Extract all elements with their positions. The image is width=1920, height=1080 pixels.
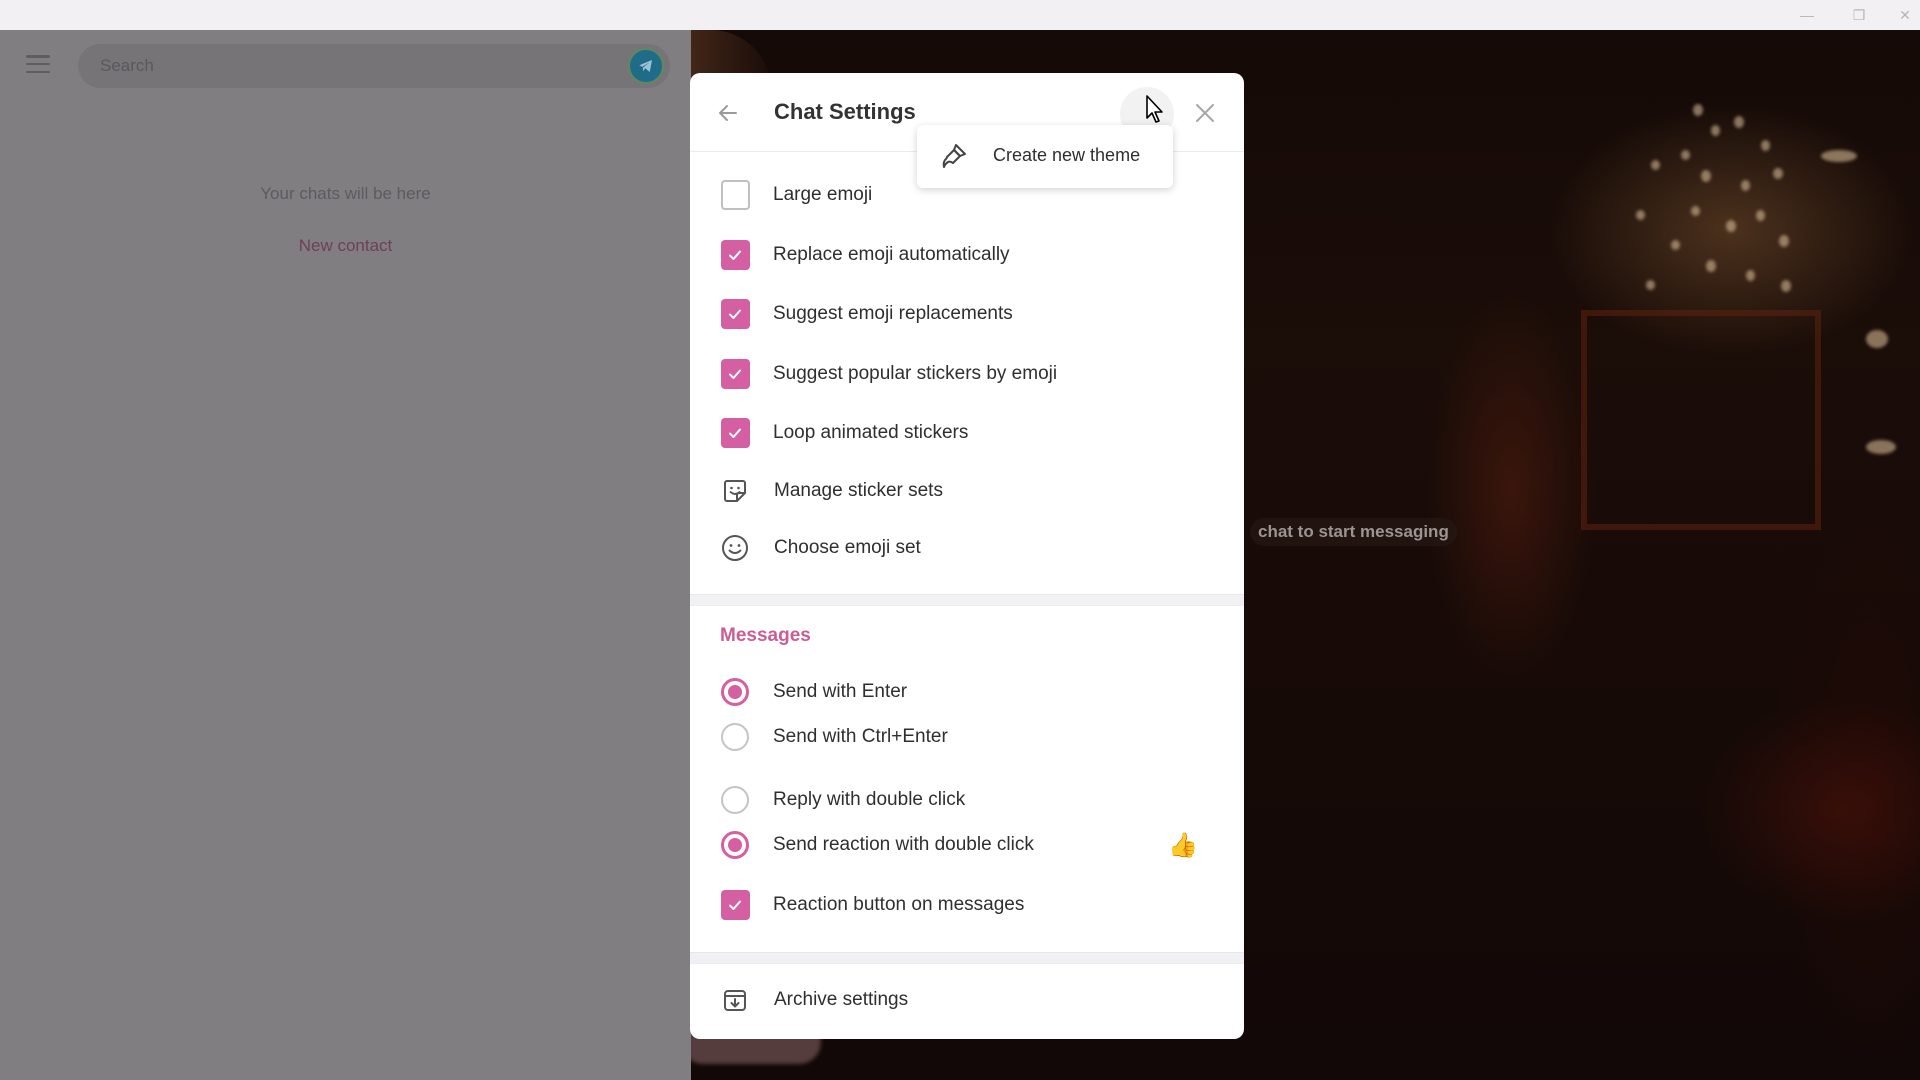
- checkbox-label: Replace emoji automatically: [773, 244, 1010, 265]
- checkbox-reaction-button[interactable]: Reaction button on messages: [690, 882, 1244, 928]
- radio-reply-double-click[interactable]: Reply with double click: [690, 777, 1244, 823]
- section-divider: [690, 594, 1244, 606]
- radio-label: Send with Enter: [773, 681, 908, 702]
- background-window-frame: [1581, 310, 1821, 530]
- messages-section-title: Messages: [720, 625, 811, 646]
- maximize-button[interactable]: ❐: [1836, 0, 1882, 30]
- window-close-button[interactable]: ✕: [1882, 0, 1920, 30]
- radio-send-with-enter[interactable]: Send with Enter: [690, 669, 1244, 715]
- checkbox-checked[interactable]: [720, 359, 750, 389]
- checkmark-icon: [729, 428, 741, 438]
- search-box[interactable]: [78, 44, 670, 88]
- sticker-icon: [724, 480, 746, 502]
- empty-chats-text: Your chats will be here: [260, 184, 431, 203]
- checkbox-label: Large emoji: [773, 184, 873, 205]
- choose-emoji-set-button[interactable]: Choose emoji set: [690, 525, 1244, 571]
- hamburger-menu-icon[interactable]: [22, 52, 54, 76]
- checkbox-suggest-stickers[interactable]: Suggest popular stickers by emoji: [690, 351, 1244, 397]
- back-button[interactable]: [710, 95, 746, 131]
- archive-icon: [724, 990, 746, 1011]
- window-titlebar: — ❐ ✕: [0, 0, 1920, 30]
- create-new-theme-label: Create new theme: [993, 145, 1141, 165]
- checkbox-label: Reaction button on messages: [773, 894, 1025, 915]
- chat-settings-dialog: Chat Settings Large emoji Replace emoji …: [690, 73, 1244, 1039]
- smile-icon: [722, 535, 748, 561]
- popup-menu-create-theme[interactable]: Create new theme: [917, 125, 1173, 188]
- section-divider: [690, 952, 1244, 964]
- manage-sticker-sets-button[interactable]: Manage sticker sets: [690, 468, 1244, 514]
- select-chat-hint: chat to start messaging: [1250, 518, 1457, 546]
- checkbox-checked[interactable]: [720, 240, 750, 270]
- checkmark-icon: [729, 250, 741, 260]
- mouse-cursor-icon: [1146, 95, 1163, 123]
- radio-label: Reply with double click: [773, 789, 966, 810]
- link-label: Manage sticker sets: [774, 480, 943, 501]
- close-button[interactable]: [1187, 95, 1223, 131]
- new-contact-link[interactable]: New contact: [0, 236, 691, 256]
- brush-icon: [942, 144, 966, 168]
- checkbox-replace-emoji[interactable]: Replace emoji automatically: [690, 232, 1244, 278]
- checkmark-icon: [729, 900, 741, 910]
- search-input[interactable]: [100, 44, 600, 88]
- arrow-left-icon: [719, 105, 737, 121]
- checkbox-label: Loop animated stickers: [773, 422, 969, 443]
- checkbox-checked[interactable]: [720, 890, 750, 920]
- radio-selected[interactable]: [721, 831, 749, 859]
- checkmark-icon: [729, 369, 741, 379]
- radio-unselected[interactable]: [721, 786, 749, 814]
- radio-reaction-double-click[interactable]: Send reaction with double click 👍: [690, 822, 1244, 868]
- chat-list-sidebar: Your chats will be here New contact: [0, 30, 691, 1080]
- radio-unselected[interactable]: [721, 723, 749, 751]
- minimize-button[interactable]: —: [1784, 0, 1830, 30]
- dialog-title: Chat Settings: [774, 99, 916, 124]
- radio-label: Send with Ctrl+Enter: [773, 726, 948, 747]
- radio-selected[interactable]: [721, 678, 749, 706]
- link-label: Choose emoji set: [774, 537, 921, 558]
- radio-label: Send reaction with double click: [773, 834, 1034, 855]
- close-icon: [1196, 104, 1214, 122]
- checkbox-checked[interactable]: [720, 418, 750, 448]
- checkbox-label: Suggest emoji replacements: [773, 303, 1013, 324]
- checkbox-suggest-emoji[interactable]: Suggest emoji replacements: [690, 291, 1244, 337]
- telegram-logo-icon[interactable]: [628, 48, 664, 84]
- thumbs-up-reaction-icon[interactable]: 👍: [1168, 831, 1198, 860]
- archive-settings-button[interactable]: Archive settings: [690, 977, 1244, 1023]
- checkbox-loop-stickers[interactable]: Loop animated stickers: [690, 410, 1244, 456]
- radio-send-with-ctrl-enter[interactable]: Send with Ctrl+Enter: [690, 714, 1244, 760]
- checkbox-unchecked[interactable]: [720, 180, 750, 210]
- checkmark-icon: [729, 309, 741, 319]
- checkbox-checked[interactable]: [720, 299, 750, 329]
- archive-settings-label: Archive settings: [774, 989, 909, 1010]
- checkbox-label: Suggest popular stickers by emoji: [773, 363, 1058, 384]
